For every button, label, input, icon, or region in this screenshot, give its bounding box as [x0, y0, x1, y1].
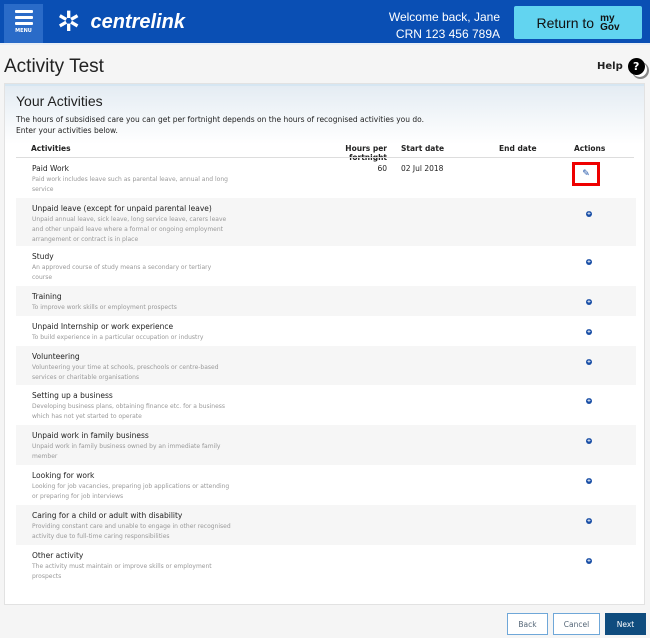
- add-activity-button[interactable]: +: [581, 393, 597, 409]
- plus-circle-icon: +: [586, 359, 592, 365]
- activity-name: Paid Work: [32, 164, 70, 173]
- col-end: End date: [499, 144, 537, 153]
- activity-row: Paid Work Paid work includes leave such …: [16, 158, 636, 198]
- activity-name: Caring for a child or adult with disabil…: [32, 511, 183, 520]
- activity-description: Providing constant care and unable to en…: [32, 523, 231, 540]
- panel-intro: The hours of subsidised care you can get…: [16, 115, 424, 135]
- activity-name: Other activity: [32, 551, 84, 560]
- hamburger-icon: [14, 10, 33, 25]
- page-title: Activity Test: [4, 56, 104, 77]
- add-activity-button[interactable]: +: [581, 254, 597, 270]
- add-activity-button[interactable]: +: [581, 294, 597, 310]
- plus-circle-icon: +: [586, 211, 592, 217]
- menu-button[interactable]: MENU: [4, 4, 43, 43]
- menu-label: MENU: [15, 28, 32, 34]
- add-activity-button[interactable]: +: [581, 513, 597, 529]
- activity-row: Unpaid work in family business Unpaid wo…: [16, 425, 636, 465]
- activity-row: Unpaid Internship or work experience To …: [16, 316, 636, 346]
- col-start: Start date: [401, 144, 445, 153]
- plus-circle-icon: +: [586, 518, 592, 524]
- activity-description: To improve work skills or employment pro…: [32, 304, 177, 311]
- activity-name: Volunteering: [32, 352, 80, 361]
- user-info: Welcome back, Jane CRN 123 456 789A: [389, 9, 500, 43]
- plus-circle-icon: +: [586, 329, 592, 335]
- activity-row: Setting up a business Developing busines…: [16, 385, 636, 425]
- return-label: Return to: [536, 14, 595, 31]
- activity-row: Caring for a child or adult with disabil…: [16, 505, 636, 545]
- add-activity-button[interactable]: +: [581, 354, 597, 370]
- activity-row: Looking for work Looking for job vacanci…: [16, 465, 636, 505]
- activity-row: Other activity The activity must maintai…: [16, 545, 636, 585]
- plus-circle-icon: +: [586, 558, 592, 564]
- activity-name: Training: [32, 292, 62, 301]
- add-activity-button[interactable]: +: [581, 324, 597, 340]
- activity-name: Unpaid work in family business: [32, 431, 149, 440]
- activity-name: Unpaid Internship or work experience: [32, 322, 174, 331]
- welcome-text: Welcome back, Jane: [388, 10, 500, 24]
- activity-hours: 60: [377, 164, 387, 173]
- plus-circle-icon: +: [586, 438, 592, 444]
- activity-description: Volunteering your time at schools, presc…: [32, 364, 219, 381]
- plus-circle-icon: +: [586, 299, 592, 305]
- pencil-icon: ✎: [582, 169, 590, 179]
- centrelink-logo[interactable]: ✲ centrelink: [57, 8, 185, 36]
- plus-circle-icon: +: [586, 478, 592, 484]
- add-activity-button[interactable]: +: [581, 473, 597, 489]
- help-button[interactable]: Help ?: [597, 58, 645, 75]
- activity-name: Setting up a business: [32, 391, 113, 400]
- activity-description: Unpaid annual leave, sick leave, long se…: [32, 216, 227, 243]
- add-activity-button[interactable]: +: [581, 433, 597, 449]
- activity-description: Looking for job vacancies, preparing job…: [32, 483, 230, 500]
- activity-description: Paid work includes leave such as parenta…: [32, 176, 228, 193]
- activity-description: Unpaid work in family business owned by …: [32, 443, 221, 460]
- activities-panel: Your Activities The hours of subsidised …: [4, 83, 645, 605]
- plus-circle-icon: +: [586, 398, 592, 404]
- activity-description: Developing business plans, obtaining fin…: [32, 403, 226, 420]
- star-logo-icon: ✲: [57, 5, 81, 38]
- mygov-logo: my Gov: [600, 12, 620, 33]
- crn-text: CRN 123 456 789A: [395, 27, 500, 41]
- activity-name: Study: [32, 252, 54, 261]
- edit-activity-button[interactable]: ✎: [572, 162, 600, 186]
- return-to-mygov-button[interactable]: Return to my Gov: [514, 6, 642, 39]
- activity-row: Volunteering Volunteering your time at s…: [16, 346, 636, 385]
- help-label: Help: [597, 61, 623, 72]
- add-activity-button[interactable]: +: [581, 553, 597, 569]
- help-question-icon: ?: [627, 58, 645, 75]
- activity-description: An approved course of study means a seco…: [32, 264, 212, 281]
- brand-name: centrelink: [90, 10, 185, 33]
- add-activity-button[interactable]: +: [581, 206, 597, 222]
- back-button[interactable]: Back: [507, 613, 548, 635]
- panel-title: Your Activities: [16, 93, 103, 109]
- top-header: MENU ✲ centrelink Welcome back, Jane CRN…: [0, 0, 650, 45]
- col-actions: Actions: [574, 144, 606, 153]
- plus-circle-icon: +: [586, 259, 592, 265]
- cancel-button[interactable]: Cancel: [553, 613, 600, 635]
- activity-description: To build experience in a particular occu…: [32, 334, 204, 341]
- activity-name: Unpaid leave (except for unpaid parental…: [32, 204, 212, 213]
- activity-row: Study An approved course of study means …: [16, 246, 636, 286]
- activity-start-date: 02 Jul 2018: [401, 164, 444, 173]
- next-button[interactable]: Next: [605, 613, 646, 635]
- col-activities: Activities: [31, 144, 71, 153]
- activity-row: Unpaid leave (except for unpaid parental…: [16, 198, 636, 246]
- activity-name: Looking for work: [32, 471, 95, 480]
- activity-row: Training To improve work skills or emplo…: [16, 286, 636, 316]
- activity-description: The activity must maintain or improve sk…: [32, 563, 212, 580]
